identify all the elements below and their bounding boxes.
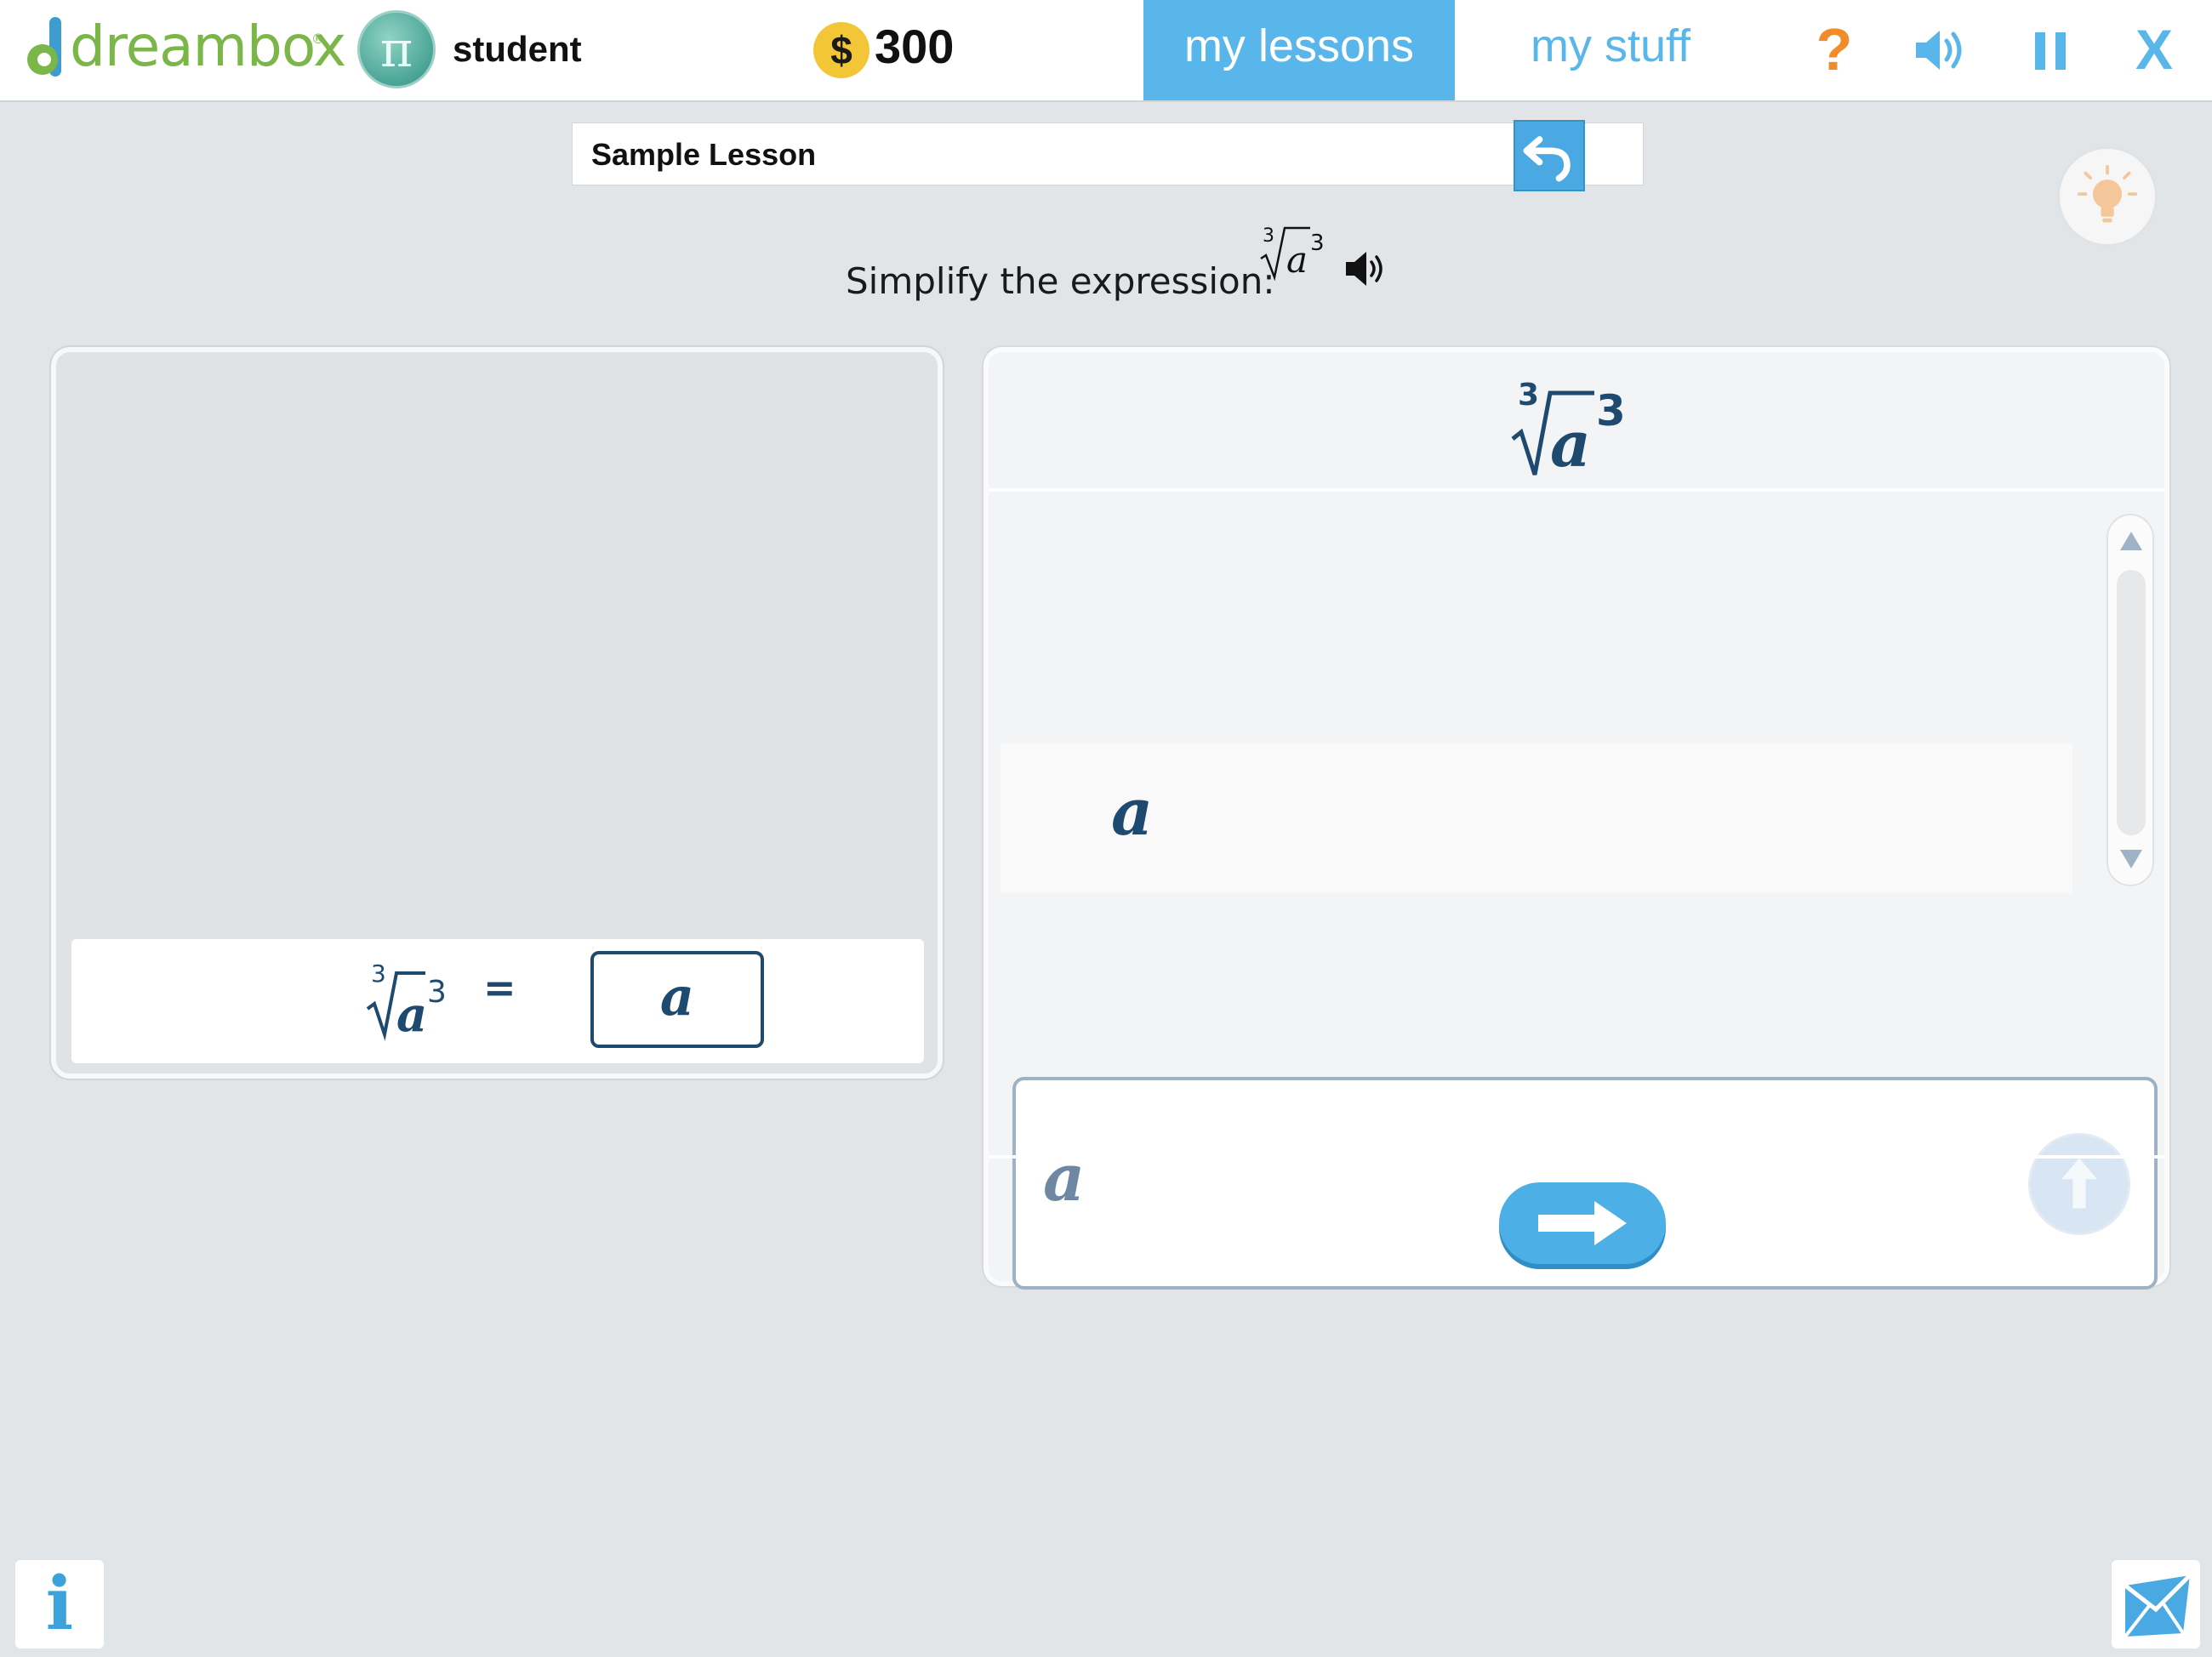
panel-exponent: 3	[1596, 386, 1626, 436]
divider	[989, 488, 2164, 492]
scrollbar-thumb[interactable]	[2117, 570, 2146, 835]
scroll-down-icon[interactable]	[2118, 847, 2144, 871]
prompt-exponent: 3	[1310, 231, 1325, 256]
equals-sign: =	[483, 965, 516, 1011]
history-step: a	[1001, 743, 2072, 893]
answer-input-value: a	[1043, 1140, 1086, 1216]
username: student	[453, 29, 582, 69]
lhs-root-index: 3	[371, 959, 386, 988]
help-button[interactable]: ?	[1809, 15, 1860, 83]
lesson-title-bar: Sample Lesson	[572, 120, 1644, 191]
panel-expression: 3 a 3	[1511, 378, 1626, 481]
equation-row: 3 a 3 = a	[71, 939, 924, 1063]
tab-my-lessons[interactable]: my lessons	[1143, 0, 1455, 100]
question-prompt: Simplify the expression:	[846, 260, 1275, 302]
back-arrow-icon[interactable]	[1514, 120, 1585, 191]
lhs-exponent: 3	[427, 975, 447, 1010]
coin-balance: 300	[875, 20, 955, 73]
history-step-value: a	[1111, 774, 1154, 850]
prompt-base: a	[1286, 239, 1308, 281]
equation-lhs-expression: 3 a 3	[366, 959, 447, 1041]
panel-root-index: 3	[1518, 378, 1539, 413]
history-area: a a	[1001, 514, 2166, 1290]
logo-registered-mark: ®	[311, 31, 325, 47]
logo-icon	[27, 17, 61, 77]
mail-icon[interactable]	[2112, 1560, 2200, 1648]
submit-up-arrow-icon[interactable]	[2028, 1133, 2130, 1235]
divider	[989, 1155, 2164, 1159]
pause-icon[interactable]	[2035, 32, 2066, 70]
lesson-title: Sample Lesson	[591, 137, 817, 172]
scroll-up-icon[interactable]	[2118, 529, 2144, 553]
lhs-base: a	[396, 987, 427, 1041]
sound-icon[interactable]	[1913, 24, 1969, 77]
info-icon[interactable]: i	[15, 1560, 104, 1648]
audio-speaker-icon[interactable]	[1344, 248, 1387, 289]
expression-header: 3 a 3	[989, 352, 2164, 488]
tab-my-stuff[interactable]: my stuff	[1455, 0, 1766, 100]
logo-text: dreambox	[70, 14, 346, 79]
close-button[interactable]: X	[2129, 15, 2180, 83]
avatar-icon[interactable]: π	[357, 10, 436, 88]
panel-base: a	[1550, 408, 1591, 481]
input-panel: 3 a 3 a a	[983, 347, 2169, 1290]
prompt-root-index: 3	[1263, 225, 1274, 247]
history-scrollbar[interactable]	[2107, 514, 2154, 886]
next-arrow-icon[interactable]	[1499, 1182, 1666, 1264]
workspace-panel: 3 a 3 = a	[51, 347, 943, 1079]
top-bar: dreambox ® π student $ 300 my lessons my…	[0, 0, 2212, 102]
answer-box[interactable]: a	[590, 951, 764, 1048]
lightbulb-hint-icon[interactable]	[2057, 146, 2158, 247]
prompt-expression: 3 a 3	[1260, 225, 1325, 282]
coin-icon: $	[813, 22, 869, 78]
